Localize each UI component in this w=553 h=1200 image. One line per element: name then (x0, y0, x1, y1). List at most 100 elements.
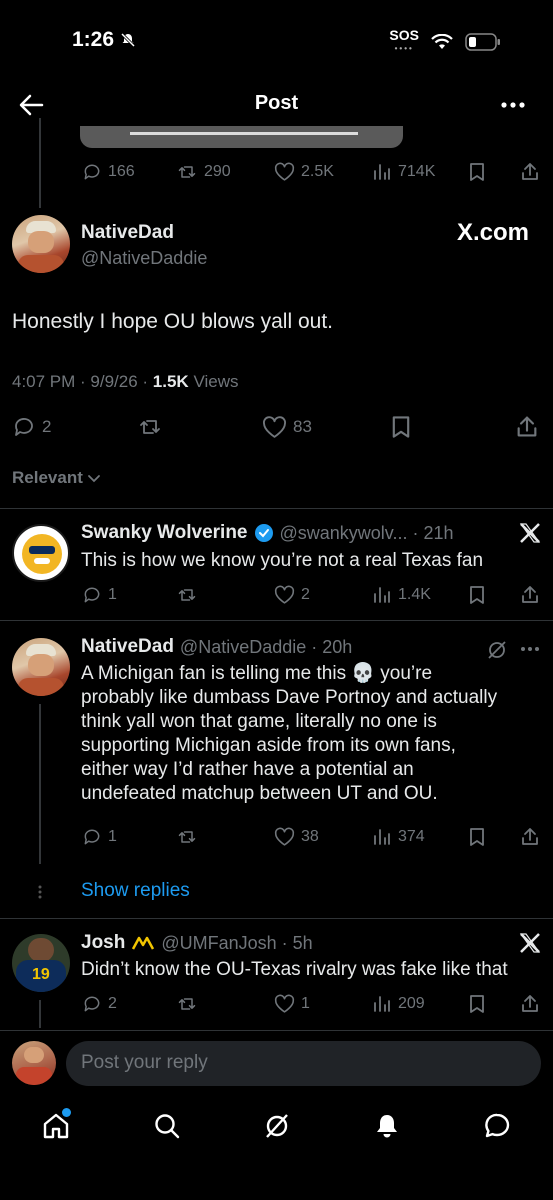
avatar-nativedad[interactable] (12, 638, 70, 696)
sort-dropdown[interactable]: Relevant (12, 468, 101, 488)
reply-author-name[interactable]: Swanky Wolverine (81, 522, 248, 544)
x-logo-icon (519, 523, 541, 543)
battery-icon (465, 33, 500, 51)
reply-author-handle[interactable]: @UMFanJosh · 5h (161, 933, 312, 954)
sos-indicator: SOS •••• (389, 27, 419, 53)
divider (0, 620, 553, 621)
main-post-actions: 2 83 (12, 413, 542, 441)
reply-text: A Michigan fan is telling me this 💀 you’… (81, 662, 497, 806)
views-button[interactable]: 374 (372, 827, 425, 847)
thread-line (39, 704, 41, 864)
mute-bell-icon (120, 32, 136, 48)
thread-dots-icon (38, 885, 42, 899)
reply-author-handle[interactable]: @NativeDaddie · 20h (180, 637, 352, 658)
like-button[interactable]: 1 (274, 994, 310, 1014)
heart-icon (274, 994, 295, 1013)
like-button[interactable]: 83 (262, 415, 312, 439)
like-button[interactable]: 2 (274, 585, 310, 605)
author-handle[interactable]: @NativeDaddie (81, 248, 207, 269)
bookmark-icon[interactable] (390, 415, 412, 439)
avatar-nativedad[interactable] (12, 215, 70, 273)
reply-button[interactable]: 166 (82, 162, 135, 182)
share-icon[interactable] (520, 161, 540, 182)
divider (0, 508, 553, 509)
reply-icon (84, 587, 100, 603)
views-icon (374, 829, 390, 845)
views-button[interactable]: 714K (372, 162, 435, 182)
reply-header: Josh @UMFanJosh · 5h (81, 932, 313, 954)
tab-home[interactable] (42, 1108, 71, 1140)
reply-icon (15, 418, 33, 436)
share-icon[interactable] (520, 993, 540, 1014)
reply-button[interactable]: 2 (82, 994, 117, 1014)
views-icon (374, 164, 390, 180)
more-options-icon[interactable] (500, 100, 526, 110)
messages-icon[interactable] (483, 1112, 511, 1140)
reply-author-name[interactable]: Josh (81, 932, 125, 954)
views-button[interactable]: 1.4K (372, 585, 431, 605)
reply-actions: 2 1 209 (82, 992, 542, 1016)
notifications-bell-icon[interactable] (373, 1112, 401, 1140)
views-button[interactable]: 209 (372, 994, 425, 1014)
repost-button[interactable]: 290 (176, 162, 231, 182)
parent-actions: 166 290 2.5K 714K (82, 160, 542, 184)
repost-icon[interactable] (137, 415, 163, 439)
like-button[interactable]: 2.5K (274, 162, 334, 182)
like-button[interactable]: 38 (274, 827, 319, 847)
x-logo-icon (519, 933, 541, 953)
status-icons: SOS •••• (389, 28, 501, 56)
reply-icon (84, 996, 100, 1012)
bookmark-icon[interactable] (468, 162, 486, 182)
repost-icon[interactable] (176, 827, 198, 847)
avatar-swanky-wolverine[interactable] (12, 524, 70, 582)
reply-button[interactable]: 2 (12, 415, 51, 439)
reply-actions: 1 38 374 (82, 825, 542, 849)
repost-icon[interactable] (176, 585, 198, 605)
share-icon[interactable] (520, 826, 540, 847)
reply-button[interactable]: 1 (82, 585, 117, 605)
heart-icon (274, 827, 295, 846)
divider (0, 1030, 553, 1031)
xcom-badge: X.com (456, 219, 529, 246)
reply-text-line: undefeated matchup between UT and OU. (81, 783, 438, 804)
author-name[interactable]: NativeDad (81, 222, 174, 244)
heart-icon (274, 162, 295, 181)
bookmark-icon[interactable] (468, 827, 486, 847)
page-title: Post (254, 92, 299, 114)
show-replies-link[interactable]: Show replies (81, 880, 190, 902)
verified-badge-icon (254, 524, 273, 542)
reply-text-line: think yall won that game, literally no o… (81, 711, 437, 732)
heart-icon (263, 415, 286, 438)
reply-author-name[interactable]: NativeDad (81, 636, 174, 658)
divider (0, 918, 553, 919)
reply-icon (84, 829, 100, 845)
share-icon[interactable] (520, 584, 540, 605)
chevron-down-icon (87, 475, 100, 483)
parent-media-thumbnail[interactable] (80, 126, 403, 148)
share-icon[interactable] (515, 414, 539, 439)
post-timestamp[interactable]: 4:07 PM · 9/9/26 · (12, 372, 153, 391)
m-wave-badge-icon (132, 936, 155, 950)
reply-text-line: supporting Michigan aside from its own f… (81, 735, 456, 756)
reply-input[interactable]: Post your reply (66, 1041, 541, 1086)
clock: 1:26 (72, 28, 115, 51)
grok-icon[interactable] (486, 639, 508, 661)
bookmark-icon[interactable] (468, 585, 486, 605)
search-icon[interactable] (153, 1112, 181, 1140)
grok-icon[interactable] (263, 1112, 291, 1140)
status-time: 1:26 (72, 28, 136, 52)
heart-icon (274, 585, 295, 604)
reply-author-handle[interactable]: @swankywolv... · 21h (280, 523, 454, 544)
reply-text: This is how we know you’re not a real Te… (81, 550, 484, 571)
reply-actions: 1 2 1.4K (82, 583, 542, 607)
avatar-josh[interactable]: 19 (12, 934, 70, 992)
more-options-icon[interactable] (520, 645, 540, 653)
my-avatar[interactable] (12, 1041, 56, 1085)
reply-text-line: probably like dumbass Dave Portnoy and a… (81, 687, 498, 708)
reply-text-line: A Michigan fan is telling me this 💀 you’… (81, 663, 433, 684)
views-icon (374, 587, 390, 603)
repost-icon[interactable] (176, 994, 198, 1014)
bookmark-icon[interactable] (468, 994, 486, 1014)
views-icon (374, 996, 390, 1012)
reply-button[interactable]: 1 (82, 827, 117, 847)
